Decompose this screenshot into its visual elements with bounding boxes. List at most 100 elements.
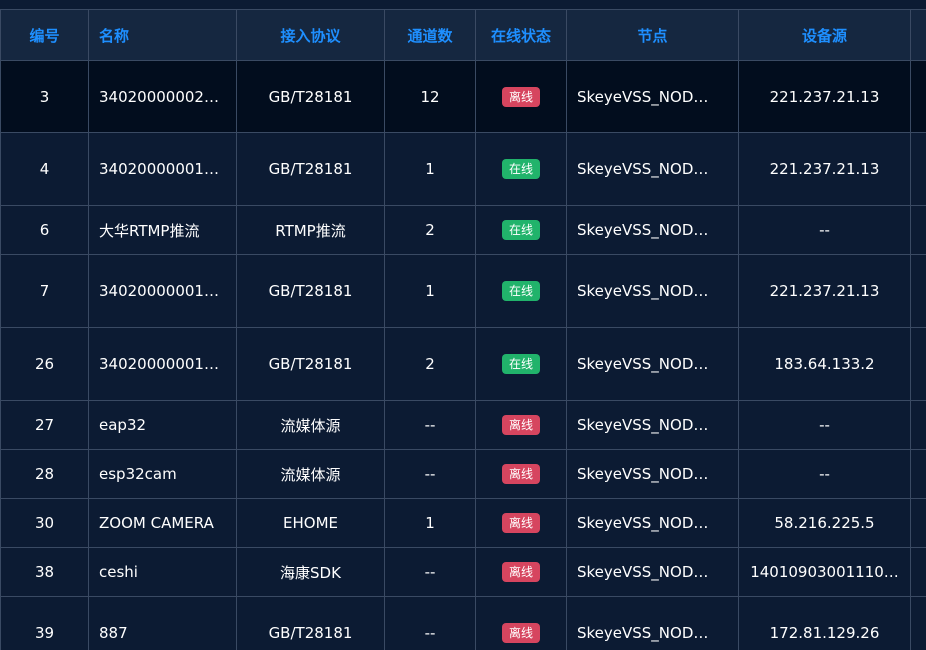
cell-source: 172.81.129.26: [738, 596, 911, 650]
cell-name: 887: [88, 596, 237, 650]
cell-source: --: [738, 400, 911, 450]
cell-source: 183.64.133.2: [738, 327, 911, 401]
cell-extra: [910, 449, 926, 499]
table-body: 3 34020000002… GB/T28181 12 离线 SkeyeVSS_NOD… 2…: [0, 60, 926, 650]
cell-extra: 2: [910, 60, 926, 133]
header-name[interactable]: 名称: [88, 9, 237, 61]
cell-protocol: 海康SDK: [236, 547, 385, 597]
header-extra: [910, 9, 926, 61]
cell-node: SkeyeVSS_NOD…: [566, 132, 739, 206]
cell-extra: [910, 547, 926, 597]
table-row[interactable]: 27 eap32 流媒体源 -- 离线 SkeyeVSS_NOD… --: [0, 400, 926, 450]
cell-extra: 2: [910, 327, 926, 401]
cell-extra: [910, 498, 926, 548]
cell-status: 在线: [475, 132, 567, 206]
status-badge: 离线: [501, 513, 540, 533]
status-badge: 离线: [501, 562, 540, 582]
table-row[interactable]: 7 34020000001… GB/T28181 1 在线 SkeyeVSS_NOD… 22…: [0, 254, 926, 328]
cell-channels: 12: [384, 60, 476, 133]
header-channels[interactable]: 通道数: [384, 9, 476, 61]
cell-name: 34020000002…: [88, 60, 237, 133]
cell-id: 7: [0, 254, 89, 328]
cell-channels: --: [384, 547, 476, 597]
status-badge: 在线: [501, 159, 540, 179]
cell-channels: 2: [384, 327, 476, 401]
cell-protocol: 流媒体源: [236, 400, 385, 450]
cell-status: 在线: [475, 327, 567, 401]
cell-node: SkeyeVSS_NOD…: [566, 596, 739, 650]
cell-source: 221.237.21.13: [738, 132, 911, 206]
status-badge: 离线: [501, 464, 540, 484]
status-badge: 在线: [501, 281, 540, 301]
cell-name: 大华RTMP推流: [88, 205, 237, 255]
cell-protocol: EHOME: [236, 498, 385, 548]
cell-status: 离线: [475, 449, 567, 499]
cell-status: 在线: [475, 254, 567, 328]
cell-id: 3: [0, 60, 89, 133]
table-row[interactable]: 28 esp32cam 流媒体源 -- 离线 SkeyeVSS_NOD… --: [0, 449, 926, 499]
cell-id: 4: [0, 132, 89, 206]
status-badge: 离线: [501, 622, 540, 643]
cell-id: 6: [0, 205, 89, 255]
cell-channels: 1: [384, 254, 476, 328]
device-table-container: 编号 名称 接入协议 通道数 在线状态 节点 设备源 3 34020000002……: [0, 0, 926, 650]
cell-name: ZOOM CAMERA: [88, 498, 237, 548]
table-row[interactable]: 26 340200000011… GB/T28181 2 在线 SkeyeVSS_NOD……: [0, 327, 926, 401]
cell-extra: 2: [910, 254, 926, 328]
cell-protocol: GB/T28181: [236, 60, 385, 133]
cell-name: esp32cam: [88, 449, 237, 499]
header-status[interactable]: 在线状态: [475, 9, 567, 61]
header-protocol[interactable]: 接入协议: [236, 9, 385, 61]
cell-id: 30: [0, 498, 89, 548]
cell-extra: [910, 205, 926, 255]
header-id[interactable]: 编号: [0, 9, 89, 61]
cell-channels: 2: [384, 205, 476, 255]
cell-id: 39: [0, 596, 89, 650]
cell-name: 34020000001…: [88, 132, 237, 206]
header-source[interactable]: 设备源: [738, 9, 911, 61]
cell-status: 离线: [475, 547, 567, 597]
cell-node: SkeyeVSS_NOD…: [566, 449, 739, 499]
table-row[interactable]: 4 34020000001… GB/T28181 1 在线 SkeyeVSS_NOD… 22…: [0, 132, 926, 206]
cell-id: 26: [0, 327, 89, 401]
cell-protocol: GB/T28181: [236, 254, 385, 328]
header-node[interactable]: 节点: [566, 9, 739, 61]
cell-id: 27: [0, 400, 89, 450]
cell-source: 14010903001110…: [738, 547, 911, 597]
cell-protocol: GB/T28181: [236, 327, 385, 401]
cell-node: SkeyeVSS_NOD…: [566, 498, 739, 548]
cell-name: ceshi: [88, 547, 237, 597]
table-row[interactable]: 6 大华RTMP推流 RTMP推流 2 在线 SkeyeVSS_NOD… --: [0, 205, 926, 255]
cell-channels: --: [384, 596, 476, 650]
cell-name: eap32: [88, 400, 237, 450]
cell-node: SkeyeVSS_NOD…: [566, 547, 739, 597]
cell-protocol: RTMP推流: [236, 205, 385, 255]
cell-source: --: [738, 205, 911, 255]
device-table: 编号 名称 接入协议 通道数 在线状态 节点 设备源 3 34020000002……: [0, 9, 926, 650]
cell-id: 38: [0, 547, 89, 597]
cell-node: SkeyeVSS_NOD…: [566, 205, 739, 255]
cell-extra: [910, 400, 926, 450]
table-row[interactable]: 38 ceshi 海康SDK -- 离线 SkeyeVSS_NOD… 14010903001…: [0, 547, 926, 597]
cell-source: 221.237.21.13: [738, 254, 911, 328]
cell-channels: 1: [384, 498, 476, 548]
cell-channels: --: [384, 400, 476, 450]
status-badge: 在线: [501, 354, 540, 374]
cell-name: 34020000001…: [88, 254, 237, 328]
cell-channels: --: [384, 449, 476, 499]
cell-status: 离线: [475, 400, 567, 450]
cell-id: 28: [0, 449, 89, 499]
cell-node: SkeyeVSS_NOD…: [566, 400, 739, 450]
status-badge: 离线: [501, 86, 540, 107]
cell-extra: 2: [910, 132, 926, 206]
table-row[interactable]: 39 887 GB/T28181 -- 离线 SkeyeVSS_NOD… 172.81.12…: [0, 596, 926, 650]
cell-source: 221.237.21.13: [738, 60, 911, 133]
cell-status: 离线: [475, 498, 567, 548]
cell-protocol: GB/T28181: [236, 596, 385, 650]
cell-source: --: [738, 449, 911, 499]
table-row[interactable]: 3 34020000002… GB/T28181 12 离线 SkeyeVSS_NOD… 2…: [0, 60, 926, 133]
cell-protocol: 流媒体源: [236, 449, 385, 499]
cell-node: SkeyeVSS_NOD…: [566, 60, 739, 133]
cell-status: 在线: [475, 205, 567, 255]
table-row[interactable]: 30 ZOOM CAMERA EHOME 1 离线 SkeyeVSS_NOD… 58.216…: [0, 498, 926, 548]
